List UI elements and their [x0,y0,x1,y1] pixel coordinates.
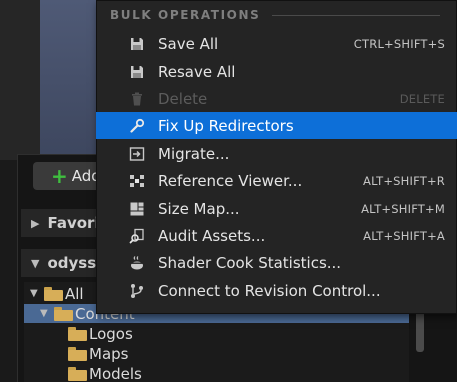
level-viewport[interactable] [40,0,100,160]
folder-icon [68,366,87,381]
project-label: odyss [47,254,97,272]
save-icon [128,63,145,80]
menu-item-save-all[interactable]: Save All CTRL+SHIFT+S [96,30,457,57]
menu-item-label: Size Map... [158,199,240,218]
tree-item-logos[interactable]: Logos [68,324,133,343]
tree-item-models[interactable]: Models [68,364,142,382]
section-title: BULK OPERATIONS [110,8,261,22]
size-map-icon [128,200,145,217]
folder-open-icon [54,306,73,321]
folder-open-icon [44,286,63,301]
menu-item-reference-viewer[interactable]: Reference Viewer... ALT+SHIFT+R [96,167,457,194]
menu-item-label: Reference Viewer... [158,171,303,190]
menu-item-shortcut: ALT+SHIFT+M [361,201,445,216]
audit-icon [128,227,145,244]
tree-item-label: Models [89,364,142,382]
menu-item-size-map[interactable]: Size Map... ALT+SHIFT+M [96,195,457,222]
menu-item-shortcut: CTRL+SHIFT+S [353,36,445,51]
chevron-down-icon: ▼ [40,308,48,319]
chevron-down-icon: ▼ [31,256,40,270]
menu-item-connect-revision-control[interactable]: Connect to Revision Control... [96,277,457,304]
menu-item-label: Shader Cook Statistics... [158,253,342,272]
tree-item-label: Logos [89,324,133,343]
folder-icon [68,326,87,341]
menu-item-label: Delete [158,89,208,108]
plus-icon: + [51,164,68,188]
favorites-label: Favori [47,214,100,232]
menu-item-label: Fix Up Redirectors [158,116,294,135]
section-divider [272,14,440,16]
teapot-icon [128,254,145,271]
tree-item-label: Maps [89,344,129,363]
editor-window: + Add ▶ Favori ▼ odyss ▼ All ▼ Content L… [0,0,457,382]
menu-item-label: Migrate... [158,144,230,163]
menu-item-resave-all[interactable]: Resave All [96,58,457,85]
menu-item-shortcut: ALT+SHIFT+R [363,173,445,188]
add-button[interactable]: + Add [33,162,103,190]
wrench-icon [128,117,145,134]
menu-item-shortcut: ALT+SHIFT+A [363,228,445,243]
save-icon [128,35,145,52]
menu-item-fix-up-redirectors[interactable]: Fix Up Redirectors [96,112,457,139]
trash-icon [128,90,145,107]
menu-item-label: Save All [158,34,219,53]
tree-item-all[interactable]: ▼ All [30,284,84,303]
chevron-down-icon: ▼ [30,288,38,299]
revision-control-icon [128,282,145,299]
menu-item-audit-assets[interactable]: Audit Assets... ALT+SHIFT+A [96,222,457,249]
menu-item-label: Connect to Revision Control... [158,281,381,300]
folder-icon [68,346,87,361]
chevron-right-icon: ▶ [31,216,40,230]
menu-item-label: Resave All [158,62,236,81]
menu-item-migrate[interactable]: Migrate... [96,140,457,167]
tree-item-maps[interactable]: Maps [68,344,128,363]
menu-item-shortcut: DELETE [399,91,445,106]
menu-section-header: BULK OPERATIONS [110,7,440,23]
menu-item-label: Audit Assets... [158,226,266,245]
menu-item-shader-cook-statistics[interactable]: Shader Cook Statistics... [96,249,457,276]
reference-viewer-icon [128,172,145,189]
tree-item-label: All [65,284,84,303]
menu-item-delete: Delete DELETE [96,85,457,112]
migrate-icon [128,145,145,162]
level-viewport-left [0,0,40,160]
